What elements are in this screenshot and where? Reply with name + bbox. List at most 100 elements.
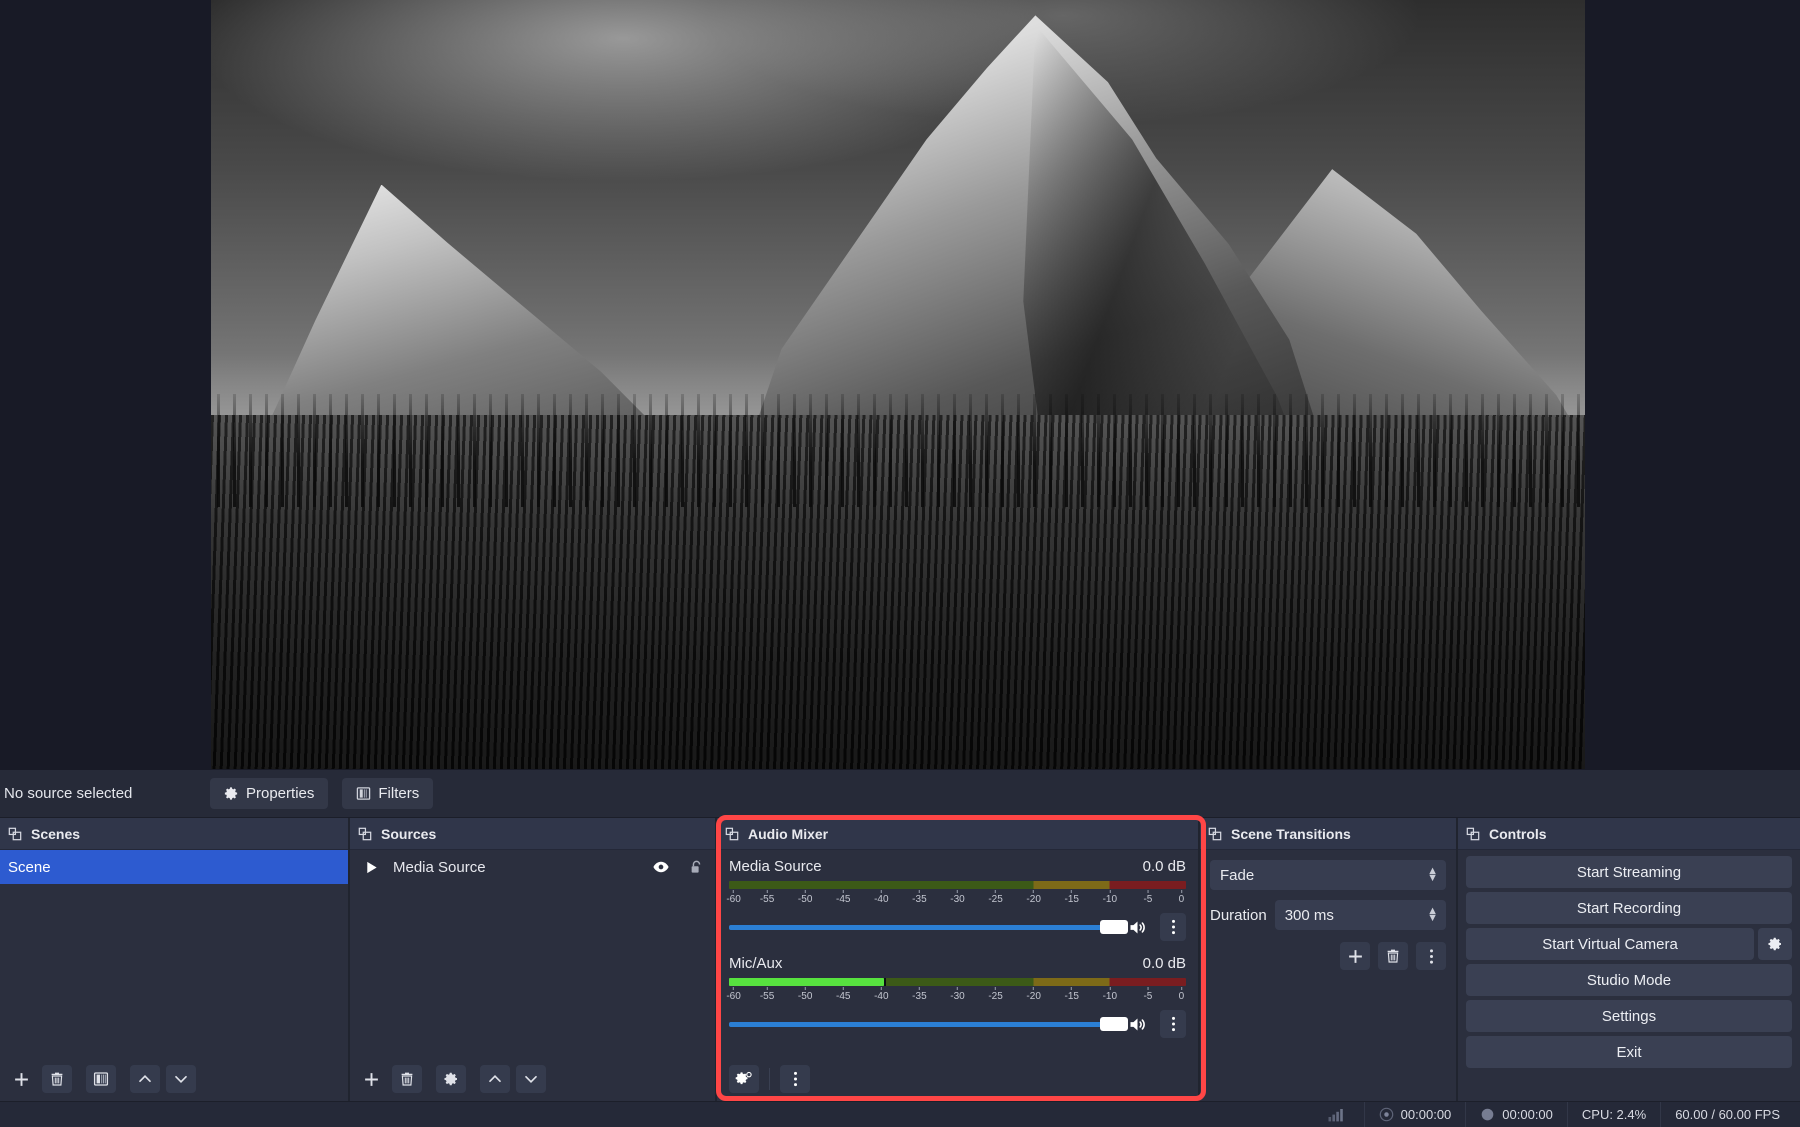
move-source-down-button[interactable] [516, 1065, 546, 1093]
source-properties-button[interactable] [436, 1065, 466, 1093]
scenes-list: Scene [0, 850, 348, 1101]
settings-button[interactable]: Settings [1466, 1000, 1792, 1032]
audio-mixer-toolbar [717, 1057, 1198, 1101]
meter-tick: -25 [988, 890, 1003, 905]
meter-tick: -50 [798, 890, 812, 905]
record-timer: 00:00:00 [1502, 1107, 1553, 1122]
start-streaming-button[interactable]: Start Streaming [1466, 856, 1792, 888]
add-transition-button[interactable] [1340, 942, 1370, 970]
cpu-usage: CPU: 2.4% [1581, 1107, 1647, 1122]
meter-tick: -45 [836, 890, 850, 905]
volume-slider-handle[interactable] [1100, 920, 1128, 934]
audio-mixer-titlebar: Audio Mixer [717, 818, 1198, 850]
remove-scene-button[interactable] [42, 1065, 72, 1093]
duration-value: 300 ms [1284, 906, 1334, 924]
meter-tick: -10 [1103, 890, 1117, 905]
controls-dock: Controls Start Streaming Start Recording… [1458, 818, 1800, 1101]
volume-slider[interactable] [729, 917, 1128, 937]
source-list-item[interactable]: Media Source [350, 850, 715, 884]
start-recording-button[interactable]: Start Recording [1466, 892, 1792, 924]
volume-meter [729, 881, 1186, 889]
volume-meter [729, 978, 1186, 986]
eye-icon[interactable] [652, 858, 670, 876]
audio-mixer-title: Audio Mixer [748, 825, 829, 842]
stream-timer: 00:00:00 [1400, 1107, 1452, 1122]
preview-forest [211, 415, 1585, 769]
meter-tick: -60 [726, 987, 741, 1002]
filters-icon [356, 786, 371, 801]
channel-menu-button[interactable] [1160, 913, 1186, 941]
move-source-up-button[interactable] [480, 1065, 510, 1093]
preview-canvas[interactable] [211, 0, 1585, 769]
remove-transition-button[interactable] [1378, 942, 1408, 970]
meter-tick: -5 [1143, 890, 1152, 905]
studio-mode-button[interactable]: Studio Mode [1466, 964, 1792, 996]
meter-tick: -55 [760, 890, 774, 905]
remove-source-button[interactable] [392, 1065, 422, 1093]
network-status-cell [1308, 1102, 1364, 1127]
audio-advanced-properties-button[interactable] [729, 1065, 759, 1093]
start-virtual-camera-button[interactable]: Start Virtual Camera [1466, 928, 1754, 960]
volume-meter-scale: -60 -55 -50 -45 -40 -35 -30 -25 -20 -15 -10 -5 0 [726, 987, 1186, 1002]
meter-tick: -10 [1103, 987, 1117, 1002]
meter-tick: 0 [1179, 987, 1184, 1002]
move-scene-up-button[interactable] [130, 1065, 160, 1093]
mixer-channel: Mic/Aux 0.0 dB -60 -55 -50 -45 -40 -35 -30 -25-… [717, 941, 1198, 1038]
dock-float-icon[interactable] [8, 827, 22, 841]
dock-float-icon[interactable] [725, 827, 739, 841]
sources-list: Media Source [350, 850, 715, 1101]
move-scene-down-button[interactable] [166, 1065, 196, 1093]
transition-select[interactable]: Fade ▲ ▼ [1210, 860, 1446, 890]
transition-select-value: Fade [1220, 866, 1255, 884]
obs-studio-window: No source selected Properties Filters Sc… [0, 0, 1800, 1127]
meter-tick: -15 [1065, 890, 1079, 905]
fps-value: 60.00 / 60.00 FPS [1675, 1107, 1780, 1122]
volume-slider-handle[interactable] [1100, 1017, 1128, 1031]
scene-list-item[interactable]: Scene [0, 850, 348, 884]
lock-open-icon[interactable] [688, 859, 705, 876]
meter-tick: -35 [912, 890, 927, 905]
sources-toolbar [350, 1057, 715, 1101]
scenes-toolbar [0, 1057, 348, 1101]
record-status-icon [1480, 1107, 1495, 1122]
add-source-button[interactable] [356, 1065, 386, 1093]
audio-mixer-body: Media Source 0.0 dB -60 -55 -50 -45 -40 -35 -3… [717, 850, 1198, 1101]
channel-name: Mic/Aux [729, 955, 783, 972]
meter-tick: 0 [1179, 890, 1184, 905]
cpu-usage-cell: CPU: 2.4% [1566, 1101, 1660, 1127]
channel-db-value: 0.0 dB [1142, 955, 1186, 972]
scene-transitions-body: Fade ▲ ▼ Duration 300 ms ▲ ▼ [1200, 850, 1456, 1101]
meter-tick: -20 [1026, 890, 1041, 905]
volume-meter-scale: -60 -55 -50 -45 -40 -35 -30 -25 -20 -15 -10 -5 0 [726, 890, 1186, 905]
channel-name: Media Source [729, 858, 822, 875]
exit-button[interactable]: Exit [1466, 1036, 1792, 1068]
channel-menu-button[interactable] [1160, 1010, 1186, 1038]
filters-button[interactable]: Filters [342, 778, 434, 809]
meter-tick: -20 [1026, 987, 1041, 1002]
status-bar: 00:00:00 00:00:00 CPU: 2.4% 60.00 / 60.0… [0, 1101, 1800, 1127]
properties-button[interactable]: Properties [210, 778, 329, 809]
audio-mixer-menu-button[interactable] [780, 1065, 810, 1093]
meter-tick: -5 [1143, 987, 1152, 1002]
duration-spinbox[interactable]: 300 ms ▲ ▼ [1274, 900, 1446, 930]
source-toolbar: No source selected Properties Filters [0, 770, 1800, 818]
add-scene-button[interactable] [6, 1065, 36, 1093]
volume-slider[interactable] [729, 1014, 1128, 1034]
controls-body: Start Streaming Start Recording Start Vi… [1458, 850, 1800, 1101]
meter-tick: -40 [874, 987, 889, 1002]
virtual-camera-settings-gear-icon[interactable] [1758, 928, 1792, 960]
volume-slider-fill [729, 924, 1114, 930]
dock-float-icon[interactable] [1466, 827, 1480, 841]
dock-float-icon[interactable] [358, 827, 372, 841]
transition-menu-button[interactable] [1416, 942, 1446, 970]
volume-slider-row [729, 1010, 1186, 1038]
scene-transitions-toolbar [1210, 942, 1446, 970]
scene-transitions-dock: Scene Transitions Fade ▲ ▼ Duration 300 m… [1200, 818, 1458, 1101]
spinner-updown-icon[interactable]: ▲ ▼ [1427, 906, 1438, 924]
properties-button-label: Properties [246, 785, 315, 802]
dock-float-icon[interactable] [1208, 827, 1222, 841]
meter-tick: -40 [874, 890, 889, 905]
volume-meter-level [729, 978, 885, 986]
duration-row: Duration 300 ms ▲ ▼ [1210, 900, 1446, 930]
scene-filters-button[interactable] [86, 1065, 116, 1093]
